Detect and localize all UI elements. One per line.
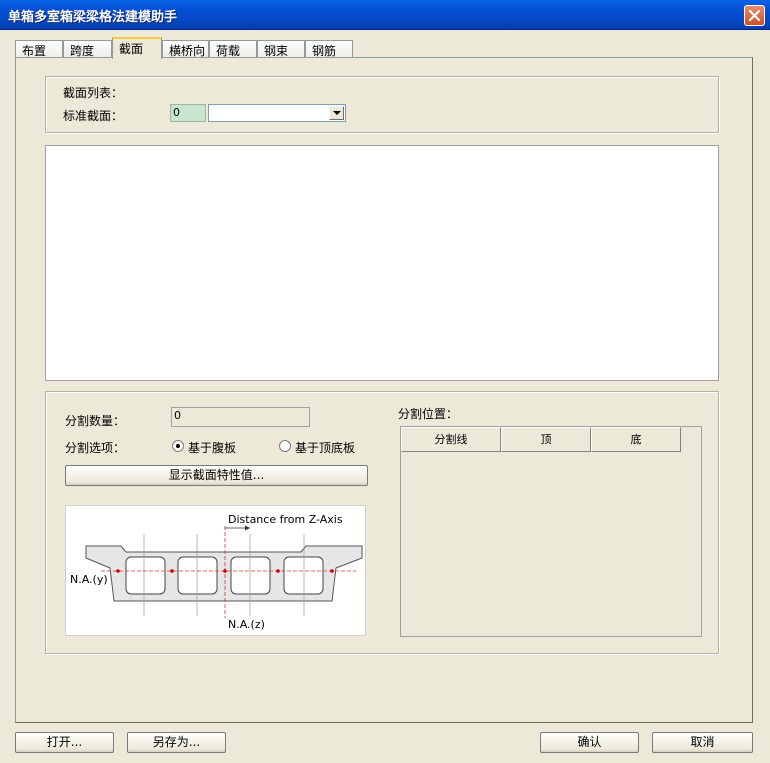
column-header-division-line[interactable]: 分割线	[401, 427, 501, 452]
division-count-label: 分割数量：	[65, 414, 126, 428]
radio-web-based[interactable]	[172, 440, 184, 452]
tab-span[interactable]: 跨度	[63, 40, 112, 58]
ok-button[interactable]: 确认	[540, 732, 639, 753]
radio-selected-dot	[176, 444, 180, 448]
show-section-properties-button[interactable]: 显示截面特性值...	[65, 465, 368, 486]
open-button[interactable]: 打开...	[15, 732, 114, 753]
tab-label: 截面	[119, 42, 144, 56]
division-option-label: 分割选项：	[65, 441, 126, 455]
chevron-down-icon	[333, 111, 341, 115]
tab-label: 荷载	[216, 44, 241, 58]
radio-web-based-label[interactable]: 基于腹板	[188, 439, 236, 456]
cancel-button[interactable]: 取消	[652, 732, 753, 753]
dropdown-button[interactable]	[329, 106, 344, 120]
window-title: 单箱多室箱梁梁格法建模助手	[8, 10, 178, 25]
radio-flange-based-label[interactable]: 基于顶底板	[295, 439, 355, 456]
tab-rebar[interactable]: 钢筋	[305, 40, 353, 58]
column-header-top[interactable]: 顶	[501, 427, 591, 452]
section-list-group	[45, 76, 719, 133]
tab-tendon[interactable]: 钢束	[257, 40, 305, 58]
close-button[interactable]	[744, 5, 765, 26]
distance-label: Distance from Z-Axis	[228, 513, 343, 526]
tab-load[interactable]: 荷载	[209, 40, 257, 58]
division-count-field[interactable]: 0	[171, 407, 310, 427]
division-positions-label: 分割位置：	[398, 407, 459, 421]
section-diagram: Distance from Z-Axis N.A.(y) N.A.(z)	[65, 505, 366, 636]
tab-transverse[interactable]: 横桥向	[162, 40, 209, 58]
radio-flange-based[interactable]	[279, 440, 291, 452]
tab-label: 横桥向	[169, 44, 206, 58]
section-list-label: 截面列表：	[63, 86, 124, 100]
tab-layout[interactable]: 布置	[15, 40, 63, 58]
standard-section-number[interactable]: 0	[170, 104, 206, 122]
tab-label: 钢束	[264, 44, 289, 58]
tab-label: 跨度	[70, 44, 95, 58]
tab-label: 钢筋	[312, 44, 337, 58]
column-header-bottom[interactable]: 底	[591, 427, 681, 452]
na-z-label: N.A.(z)	[228, 618, 265, 631]
tab-label: 布置	[22, 44, 47, 58]
standard-section-label: 标准截面：	[63, 109, 124, 123]
title-bar: 单箱多室箱梁梁格法建模助手	[0, 0, 770, 30]
save-as-button[interactable]: 另存为...	[127, 732, 226, 753]
standard-section-select[interactable]	[208, 104, 346, 122]
close-icon	[748, 9, 761, 22]
tab-section[interactable]: 截面	[112, 37, 162, 59]
na-y-label: N.A.(y)	[70, 573, 108, 586]
division-positions-table[interactable]: 分割线 顶 底	[400, 426, 702, 637]
section-preview-area	[45, 145, 719, 381]
